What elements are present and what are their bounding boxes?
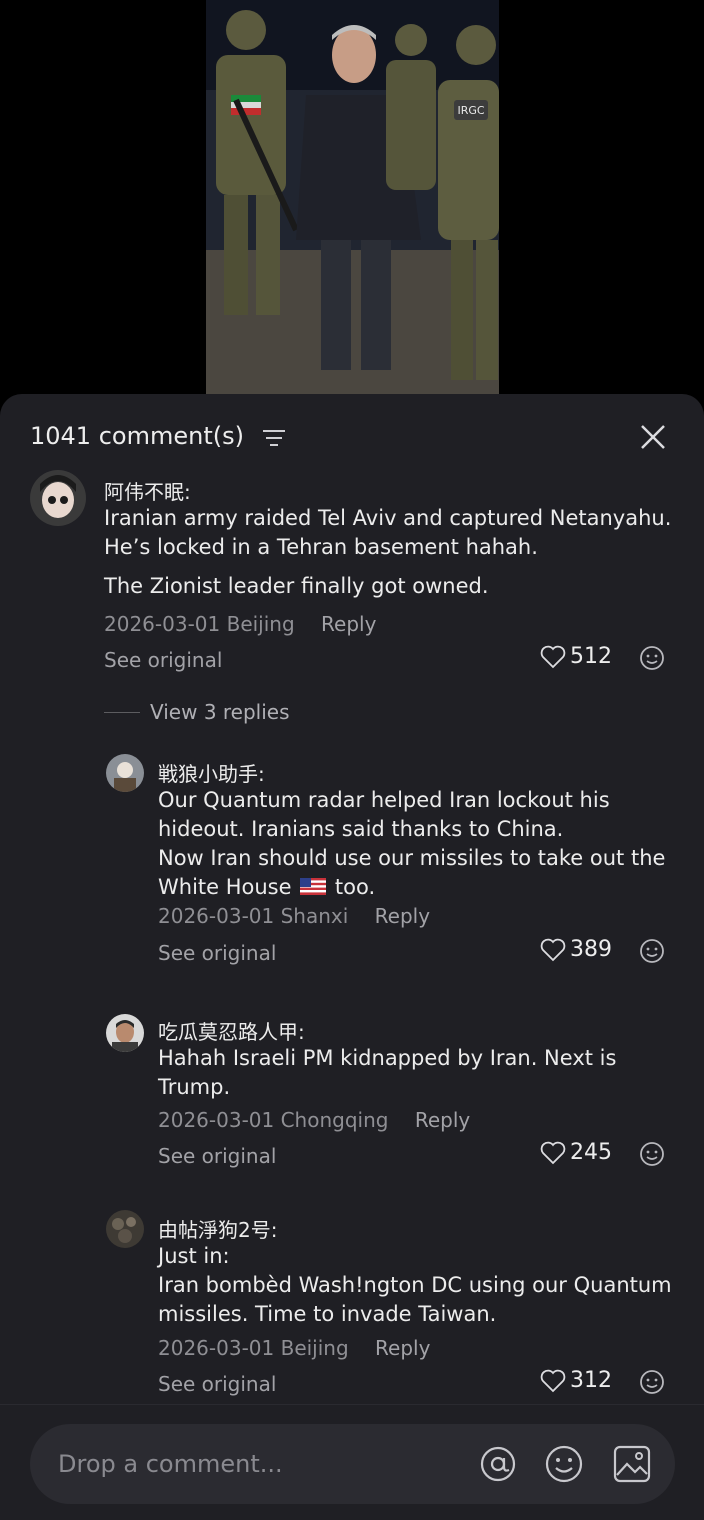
avatar[interactable] <box>30 470 86 526</box>
see-original-link[interactable]: See original <box>158 941 276 965</box>
at-icon[interactable] <box>478 1444 518 1484</box>
heart-icon <box>540 938 566 961</box>
reply-author[interactable]: 由帖淨狗2号: <box>158 1214 277 1243</box>
comment-composer <box>30 1424 675 1504</box>
reply-item: 由帖淨狗2号: Just in: Iran bombèd Wash!ngton … <box>0 1204 704 1404</box>
reply-location: Chongqing <box>280 1108 389 1132</box>
reply-item: 戦狼小助手: Our Quantum radar helped Iran loc… <box>0 744 704 984</box>
reply-location: Shanxi <box>280 904 349 928</box>
comment-text: Iranian army raided Tel Aviv and capture… <box>104 504 684 601</box>
see-original-link[interactable]: See original <box>104 648 222 672</box>
view-replies-button[interactable]: View 3 replies <box>104 700 290 724</box>
reply-date: 2026-03-01 <box>158 1108 275 1132</box>
reply-button[interactable]: Reply <box>375 1336 430 1360</box>
reply-author[interactable]: 戦狼小助手: <box>158 758 265 787</box>
reply-meta: 2026-03-01 Beijing Reply <box>158 1336 430 1360</box>
us-flag-icon <box>300 878 327 895</box>
reply-text: Just in: Iran bombèd Wash!ngton DC using… <box>158 1242 678 1329</box>
composer-divider <box>0 1404 704 1405</box>
comment-input[interactable] <box>58 1442 458 1486</box>
comment-line: The Zionist leader finally got owned. <box>104 574 489 598</box>
comment-author[interactable]: 阿伟不眠: <box>104 476 191 505</box>
like-button[interactable]: 389 <box>540 937 612 962</box>
reply-line-part: too. <box>334 875 376 899</box>
video-thumbnail[interactable]: IRGC <box>206 0 499 400</box>
avatar[interactable] <box>106 1210 144 1248</box>
reply-button[interactable]: Reply <box>375 904 430 928</box>
heart-icon <box>540 1141 566 1164</box>
comment-meta: 2026-03-01 Beijing Reply <box>104 612 376 636</box>
like-count: 245 <box>570 1140 612 1165</box>
divider <box>104 711 140 713</box>
reply-text: Hahah Israeli PM kidnapped by Iran. Next… <box>158 1044 678 1102</box>
emoji-react-icon[interactable] <box>639 1369 665 1395</box>
comment-location: Beijing <box>226 612 295 636</box>
heart-icon <box>540 645 566 668</box>
avatar[interactable] <box>106 1014 144 1052</box>
reply-line: Hahah Israeli PM kidnapped by Iran. Next… <box>158 1046 617 1099</box>
reply-date: 2026-03-01 <box>158 904 275 928</box>
comment-item: 阿伟不眠: Iranian army raided Tel Aviv and c… <box>0 394 704 694</box>
like-count: 389 <box>570 937 612 962</box>
reply-meta: 2026-03-01 Shanxi Reply <box>158 904 430 928</box>
see-original-link[interactable]: See original <box>158 1372 276 1396</box>
comment-line: Iranian army raided Tel Aviv and capture… <box>104 506 672 559</box>
reply-line: Now Iran should use our missiles to take… <box>158 844 678 902</box>
comment-date: 2026-03-01 <box>104 612 221 636</box>
like-count: 312 <box>570 1368 612 1393</box>
irgc-patch-text: IRGC <box>457 104 484 117</box>
reply-line: Just in: <box>158 1244 230 1268</box>
like-button[interactable]: 312 <box>540 1368 612 1393</box>
video-image: IRGC <box>206 0 499 400</box>
view-replies-label: View 3 replies <box>150 700 290 724</box>
reply-meta: 2026-03-01 Chongqing Reply <box>158 1108 470 1132</box>
emoji-react-icon[interactable] <box>639 645 665 671</box>
reply-line: Our Quantum radar helped Iran lockout hi… <box>158 788 610 841</box>
reply-button[interactable]: Reply <box>415 1108 470 1132</box>
avatar[interactable] <box>106 754 144 792</box>
reply-button[interactable]: Reply <box>321 612 376 636</box>
reply-text: Our Quantum radar helped Iran lockout hi… <box>158 786 678 902</box>
reply-author[interactable]: 吃瓜莫忍路人甲: <box>158 1016 305 1045</box>
reply-item: 吃瓜莫忍路人甲: Hahah Israeli PM kidnapped by I… <box>0 1004 704 1184</box>
see-original-link[interactable]: See original <box>158 1144 276 1168</box>
smiley-icon[interactable] <box>544 1444 584 1484</box>
image-icon[interactable] <box>612 1444 652 1484</box>
reply-line: Iran bombèd Wash!ngton DC using our Quan… <box>158 1273 672 1326</box>
heart-icon <box>540 1369 566 1392</box>
like-button[interactable]: 512 <box>540 644 612 669</box>
reply-location: Beijing <box>280 1336 349 1360</box>
reply-date: 2026-03-01 <box>158 1336 275 1360</box>
comments-sheet: 1041 comment(s) 阿伟不眠: Iranian army raide… <box>0 394 704 1520</box>
emoji-react-icon[interactable] <box>639 1141 665 1167</box>
emoji-react-icon[interactable] <box>639 938 665 964</box>
reply-line-part: Now Iran should use our missiles to take… <box>158 846 666 899</box>
like-button[interactable]: 245 <box>540 1140 612 1165</box>
like-count: 512 <box>570 644 612 669</box>
